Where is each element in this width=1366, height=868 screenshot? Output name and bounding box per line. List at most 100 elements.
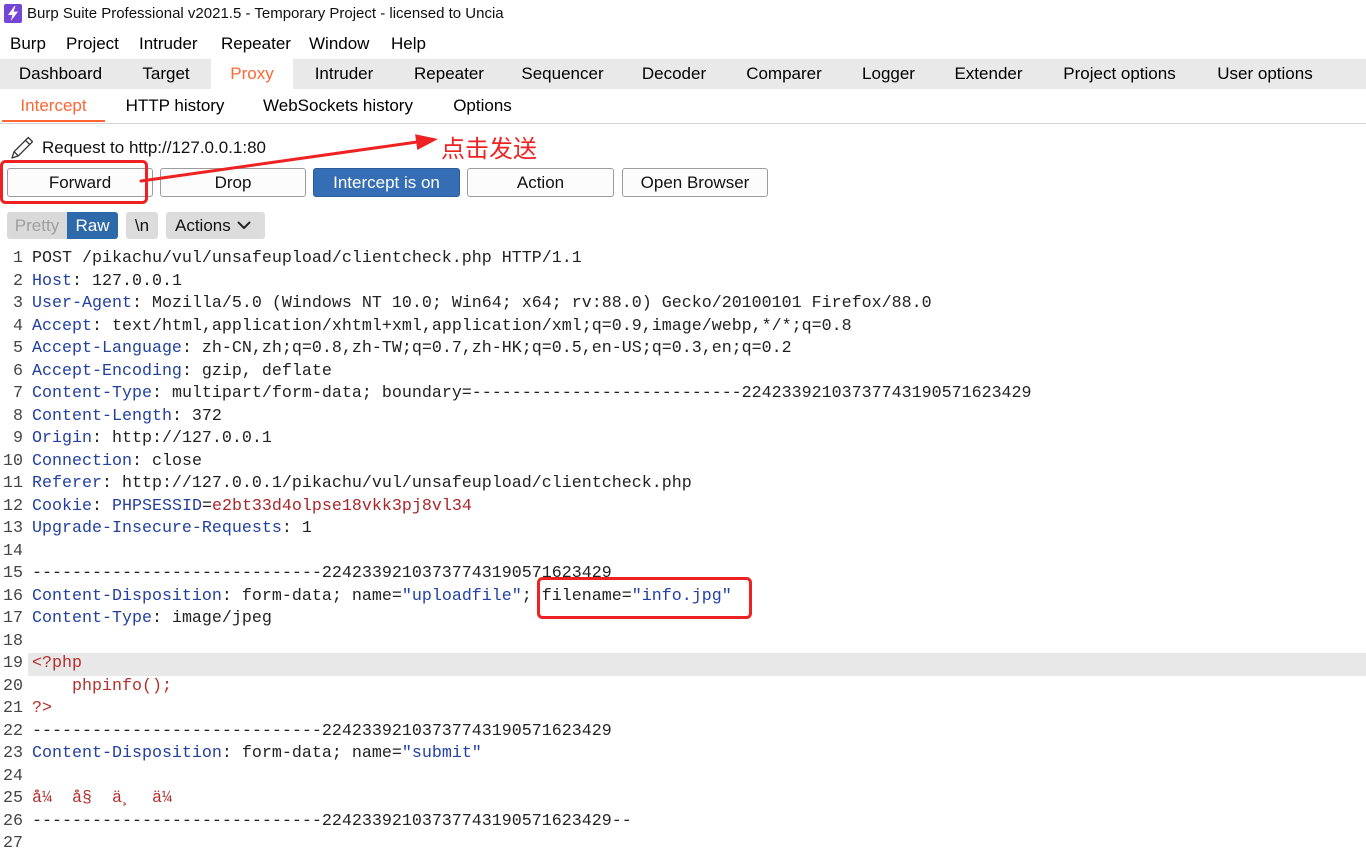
line-number: 21 [3, 699, 23, 718]
show-newlines-button[interactable]: \n [126, 212, 158, 239]
editor-line[interactable]: 10 Connection: close [0, 451, 1366, 474]
annotation-arrow-head [415, 134, 438, 150]
actions-dropdown[interactable]: Actions [166, 212, 265, 239]
tab-sequencer[interactable]: Sequencer [503, 59, 622, 89]
tab-project-options[interactable]: Project options [1042, 59, 1197, 89]
line-number: 26 [3, 811, 23, 831]
line-content: -----------------------------22423392103… [32, 811, 632, 834]
drop-button[interactable]: Drop [160, 168, 306, 197]
line-content: ?> [32, 698, 52, 721]
open-browser-button[interactable]: Open Browser [622, 168, 768, 197]
menu-intruder[interactable]: Intruder [139, 29, 198, 58]
tab-extender[interactable]: Extender [935, 59, 1042, 89]
line-number: 5 [13, 339, 23, 358]
actions-label: Actions [175, 216, 231, 235]
code-token: PHPSESSID [111, 496, 202, 516]
editor-line[interactable]: 21 ?> [0, 698, 1366, 721]
code-token: Origin [32, 429, 92, 448]
code-token: Referer [32, 474, 102, 493]
code-token: : image/jpeg [151, 609, 272, 628]
forward-button[interactable]: Forward [7, 168, 153, 197]
editor-line[interactable]: 14 [0, 541, 1366, 564]
line-number: 3 [13, 294, 23, 313]
code-token: POST /pikachu/vul/unsafeupload/clientche… [32, 249, 582, 268]
code-token: "uploadfile" [401, 586, 522, 606]
tab-comparer[interactable]: Comparer [726, 59, 842, 89]
line-number: 9 [13, 429, 23, 448]
code-token: å¼ å§ ä¸ ä¼ [32, 789, 172, 808]
line-content: Origin: http://127.0.0.1 [32, 428, 272, 451]
subtab-intercept[interactable]: Intercept [0, 89, 107, 123]
menu-window[interactable]: Window [309, 29, 369, 58]
line-content: Referer: http://127.0.0.1/pikachu/vul/un… [32, 473, 692, 496]
intercept-toggle-button[interactable]: Intercept is on [313, 168, 460, 197]
line-number: 27 [3, 834, 23, 853]
editor-line[interactable]: 6 Accept-Encoding: gzip, deflate [0, 361, 1366, 384]
editor-line[interactable]: 2 Host: 127.0.0.1 [0, 271, 1366, 294]
menu-help[interactable]: Help [391, 29, 426, 58]
menu-burp[interactable]: Burp [10, 29, 46, 58]
line-number: 10 [3, 451, 23, 471]
menu-repeater[interactable]: Repeater [221, 29, 291, 58]
proxy-sub-tab-bar: Intercept HTTP history WebSockets histor… [0, 89, 1366, 124]
code-token: : [91, 496, 112, 516]
raw-view-button[interactable]: Raw [67, 212, 118, 239]
editor-line[interactable]: 17 Content-Type: image/jpeg [0, 608, 1366, 631]
line-content: Cookie: PHPSESSID=e2bt33d4olpse18vkk3pj8… [32, 496, 472, 519]
editor-line[interactable]: 16 Content-Disposition: form-data; name="… [0, 586, 1366, 609]
editor-line[interactable]: 8 Content-Length: 372 [0, 406, 1366, 429]
subtab-options[interactable]: Options [433, 89, 532, 123]
line-number: 17 [3, 609, 23, 628]
editor-line[interactable]: 22 -----------------------------224233921… [0, 721, 1366, 744]
editor-line[interactable]: 20 phpinfo(); [0, 676, 1366, 699]
action-button[interactable]: Action [467, 168, 614, 197]
line-number: 13 [3, 519, 23, 538]
code-token: "submit" [401, 744, 482, 763]
tab-repeater[interactable]: Repeater [395, 59, 503, 89]
line-content: å¼ å§ ä¸ ä¼ [32, 788, 172, 811]
editor-line[interactable]: 18 [0, 631, 1366, 654]
tab-logger[interactable]: Logger [842, 59, 935, 89]
code-token: Connection [32, 451, 132, 471]
tab-dashboard[interactable]: Dashboard [0, 59, 121, 89]
editor-line[interactable]: 13 Upgrade-Insecure-Requests: 1 [0, 518, 1366, 541]
window-title: Burp Suite Professional v2021.5 - Tempor… [27, 5, 504, 22]
line-number: 15 [3, 564, 23, 583]
editor-line[interactable]: 23 Content-Disposition: form-data; name="… [0, 743, 1366, 766]
editor-line[interactable]: 1 POST /pikachu/vul/unsafeupload/clientch… [0, 248, 1366, 271]
editor-line[interactable]: 4 Accept: text/html,application/xhtml+xml… [0, 316, 1366, 339]
subtab-websockets-history[interactable]: WebSockets history [243, 89, 433, 123]
editor-line[interactable]: 15 -----------------------------224233921… [0, 563, 1366, 586]
burp-logo-icon [4, 4, 22, 23]
line-number: 23 [3, 744, 23, 763]
line-content: Content-Type: image/jpeg [32, 608, 272, 631]
code-token: Cookie [32, 496, 92, 516]
editor-line[interactable]: 11 Referer: http://127.0.0.1/pikachu/vul/… [0, 473, 1366, 496]
tab-target[interactable]: Target [121, 59, 211, 89]
tab-decoder[interactable]: Decoder [622, 59, 726, 89]
line-content: Connection: close [32, 451, 202, 474]
editor-line[interactable]: 19 <?php [0, 653, 1366, 676]
code-token: <?php [32, 654, 82, 673]
tab-intruder[interactable]: Intruder [293, 59, 395, 89]
pretty-view-button[interactable]: Pretty [7, 212, 67, 239]
request-editor[interactable]: 1 POST /pikachu/vul/unsafeupload/clientch… [0, 248, 1366, 868]
editor-line[interactable]: 9 Origin: http://127.0.0.1 [0, 428, 1366, 451]
editor-line[interactable]: 25 å¼ å§ ä¸ ä¼ [0, 788, 1366, 811]
editor-line[interactable]: 12 Cookie: PHPSESSID=e2bt33d4olpse18vkk3p… [0, 496, 1366, 519]
code-token: : text/html,application/xhtml+xml,applic… [91, 316, 852, 336]
line-content: -----------------------------22423392103… [32, 563, 612, 586]
menu-project[interactable]: Project [66, 29, 119, 58]
subtab-http-history[interactable]: HTTP history [107, 89, 243, 123]
editor-line[interactable]: 24 [0, 766, 1366, 789]
editor-line[interactable]: 3 User-Agent: Mozilla/5.0 (Windows NT 10.… [0, 293, 1366, 316]
editor-line[interactable]: 7 Content-Type: multipart/form-data; boun… [0, 383, 1366, 406]
editor-line[interactable]: 27 [0, 833, 1366, 856]
line-content: Accept-Encoding: gzip, deflate [32, 361, 332, 384]
code-token: Upgrade-Insecure-Requests [32, 519, 282, 538]
tab-proxy[interactable]: Proxy [211, 59, 293, 89]
editor-line[interactable]: 5 Accept-Language: zh-CN,zh;q=0.8,zh-TW;q… [0, 338, 1366, 361]
line-number: 24 [3, 766, 23, 786]
editor-line[interactable]: 26 -----------------------------224233921… [0, 811, 1366, 834]
tab-user-options[interactable]: User options [1197, 59, 1333, 89]
